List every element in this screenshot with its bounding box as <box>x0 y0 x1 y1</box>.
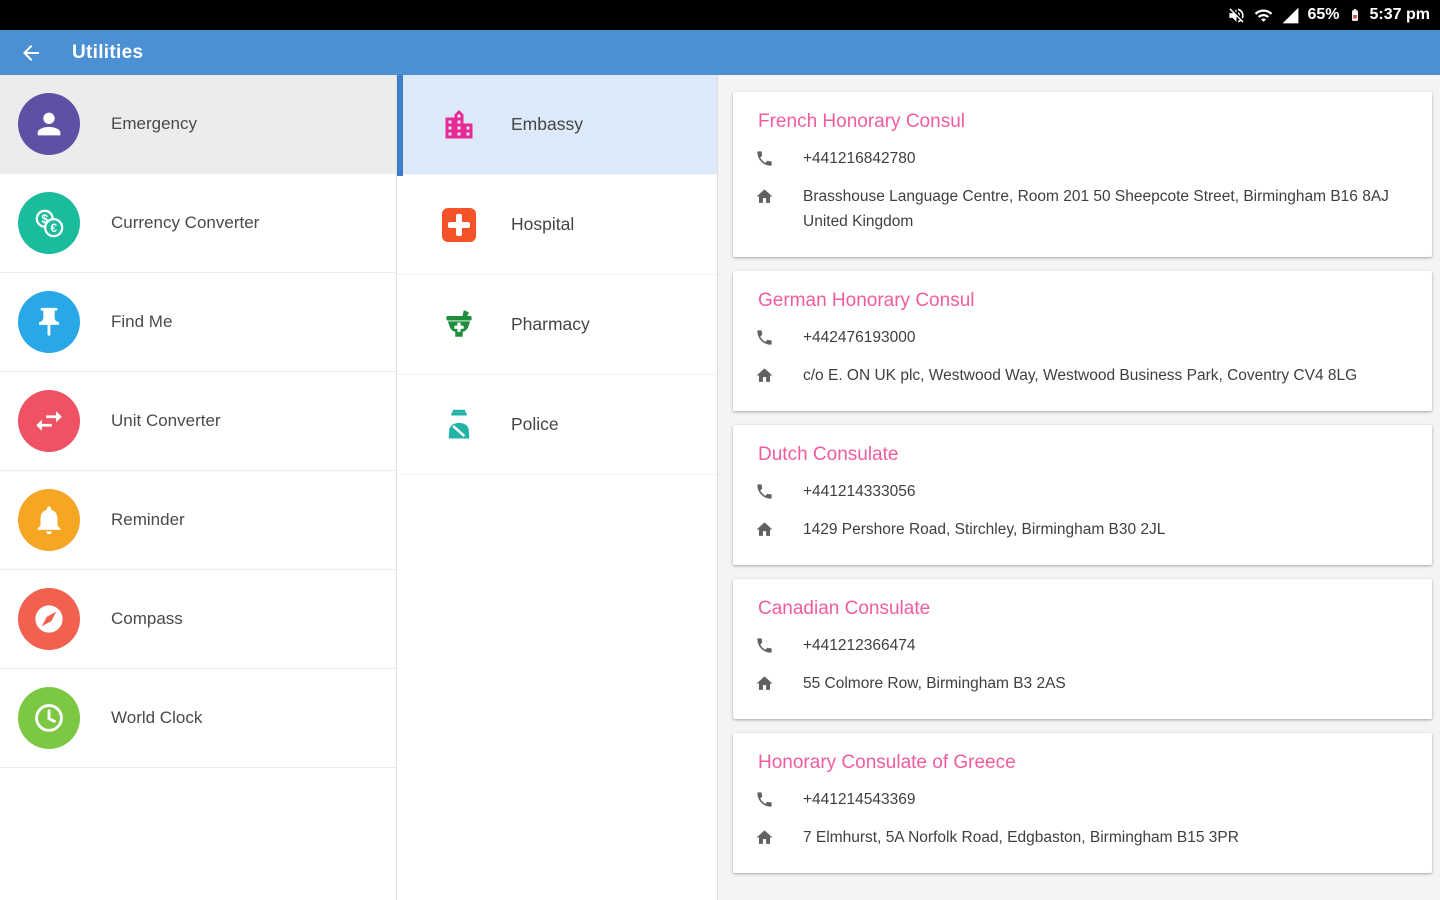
status-bar: 65% 5:37 pm <box>0 0 1440 30</box>
category-label: Police <box>511 414 559 434</box>
category-hospital[interactable]: Hospital <box>397 175 717 275</box>
address-text: 55 Colmore Row, Birmingham B3 2AS <box>803 675 1066 692</box>
embassy-results-list: French Honorary Consul +441216842780 Bra… <box>718 75 1440 900</box>
card-title: Dutch Consulate <box>758 444 899 465</box>
consulate-card-french[interactable]: French Honorary Consul +441216842780 Bra… <box>733 92 1432 257</box>
home-icon <box>756 189 773 203</box>
phone-icon <box>757 151 772 166</box>
card-title: Canadian Consulate <box>758 598 931 619</box>
signal-icon <box>1281 6 1300 25</box>
phone-number: +441216842780 <box>803 150 916 167</box>
phone-number: +441214543369 <box>803 791 916 808</box>
swap-arrows-icon <box>18 390 80 452</box>
clock-icon <box>18 687 80 749</box>
sidebar-item-label: Find Me <box>111 312 173 331</box>
address-row[interactable]: 55 Colmore Row, Birmingham B3 2AS <box>755 671 1410 696</box>
category-label: Hospital <box>511 214 575 234</box>
sidebar-item-label: Emergency <box>111 114 197 133</box>
building-icon <box>441 107 477 143</box>
sidebar-item-world-clock[interactable]: World Clock <box>0 669 396 768</box>
bell-icon <box>18 489 80 551</box>
phone-icon <box>757 638 772 653</box>
category-police[interactable]: Police <box>397 375 717 475</box>
battery-percent: 65% <box>1307 6 1340 23</box>
consulate-card-german[interactable]: German Honorary Consul +442476193000 c/o… <box>733 271 1432 411</box>
sidebar-item-label: Currency Converter <box>111 213 260 232</box>
sidebar-item-currency-converter[interactable]: $ € Currency Converter <box>0 174 396 273</box>
sidebar-item-label: Unit Converter <box>111 411 221 430</box>
category-label: Pharmacy <box>511 314 590 334</box>
phone-icon <box>757 792 772 807</box>
phone-row[interactable]: +442476193000 <box>755 325 1410 350</box>
consulate-card-dutch[interactable]: Dutch Consulate +441214333056 1429 Persh… <box>733 425 1432 565</box>
sidebar-item-compass[interactable]: Compass <box>0 570 396 669</box>
person-icon <box>18 93 80 155</box>
volume-muted-icon <box>1227 6 1246 25</box>
content: Emergency $ € Currency Converter Find Me … <box>0 75 1440 900</box>
back-button[interactable] <box>16 38 46 68</box>
address-row[interactable]: 1429 Pershore Road, Stirchley, Birmingha… <box>755 517 1410 542</box>
phone-icon <box>757 330 772 345</box>
utilities-sidebar: Emergency $ € Currency Converter Find Me … <box>0 75 397 900</box>
sidebar-item-label: Compass <box>111 609 183 628</box>
selected-row-indicator <box>397 75 403 176</box>
mortar-icon <box>441 307 477 343</box>
svg-text:€: € <box>50 221 57 235</box>
card-title: Honorary Consulate of Greece <box>758 752 1016 773</box>
home-icon <box>756 830 773 844</box>
address-row[interactable]: 7 Elmhurst, 5A Norfolk Road, Edgbaston, … <box>755 825 1410 850</box>
sidebar-item-label: Reminder <box>111 510 185 529</box>
home-icon <box>756 676 773 690</box>
phone-row[interactable]: +441214333056 <box>755 479 1410 504</box>
phone-number: +442476193000 <box>803 329 916 346</box>
phone-number: +441214333056 <box>803 483 916 500</box>
card-title: French Honorary Consul <box>758 111 965 132</box>
address-text: 1429 Pershore Road, Stirchley, Birmingha… <box>803 521 1166 538</box>
home-icon <box>756 368 773 382</box>
coins-icon: $ € <box>18 192 80 254</box>
address-text: 7 Elmhurst, 5A Norfolk Road, Edgbaston, … <box>803 829 1239 846</box>
medical-cross-icon <box>441 207 477 243</box>
pushpin-icon <box>18 291 80 353</box>
clock-time: 5:37 pm <box>1369 6 1430 23</box>
battery-icon <box>1348 5 1362 25</box>
card-title: German Honorary Consul <box>758 290 975 311</box>
phone-icon <box>757 484 772 499</box>
phone-number: +441212366474 <box>803 637 916 654</box>
sidebar-item-label: World Clock <box>111 708 203 727</box>
page-title: Utilities <box>72 41 144 63</box>
compass-icon <box>18 588 80 650</box>
category-embassy[interactable]: Embassy <box>397 75 717 175</box>
address-row[interactable]: c/o E. ON UK plc, Westwood Way, Westwood… <box>755 363 1410 388</box>
consulate-card-greece[interactable]: Honorary Consulate of Greece +4412145433… <box>733 733 1432 873</box>
phone-row[interactable]: +441216842780 <box>755 146 1410 171</box>
police-officer-icon <box>441 407 477 443</box>
address-row[interactable]: Brasshouse Language Centre, Room 201 50 … <box>755 184 1410 234</box>
sidebar-item-reminder[interactable]: Reminder <box>0 471 396 570</box>
wifi-icon <box>1254 6 1273 25</box>
sidebar-item-unit-converter[interactable]: Unit Converter <box>0 372 396 471</box>
sidebar-item-emergency[interactable]: Emergency <box>0 75 396 174</box>
arrow-left-icon <box>23 44 39 61</box>
address-text: c/o E. ON UK plc, Westwood Way, Westwood… <box>803 367 1358 384</box>
category-pharmacy[interactable]: Pharmacy <box>397 275 717 375</box>
address-text: Brasshouse Language Centre, Room 201 50 … <box>803 188 1389 230</box>
phone-row[interactable]: +441212366474 <box>755 633 1410 658</box>
sidebar-item-find-me[interactable]: Find Me <box>0 273 396 372</box>
category-label: Embassy <box>511 114 583 134</box>
consulate-card-canadian[interactable]: Canadian Consulate +441212366474 55 Colm… <box>733 579 1432 719</box>
app-bar: Utilities <box>0 30 1440 75</box>
phone-row[interactable]: +441214543369 <box>755 787 1410 812</box>
emergency-categories: Embassy Hospital Pharmacy Police <box>397 75 718 900</box>
home-icon <box>756 522 773 536</box>
